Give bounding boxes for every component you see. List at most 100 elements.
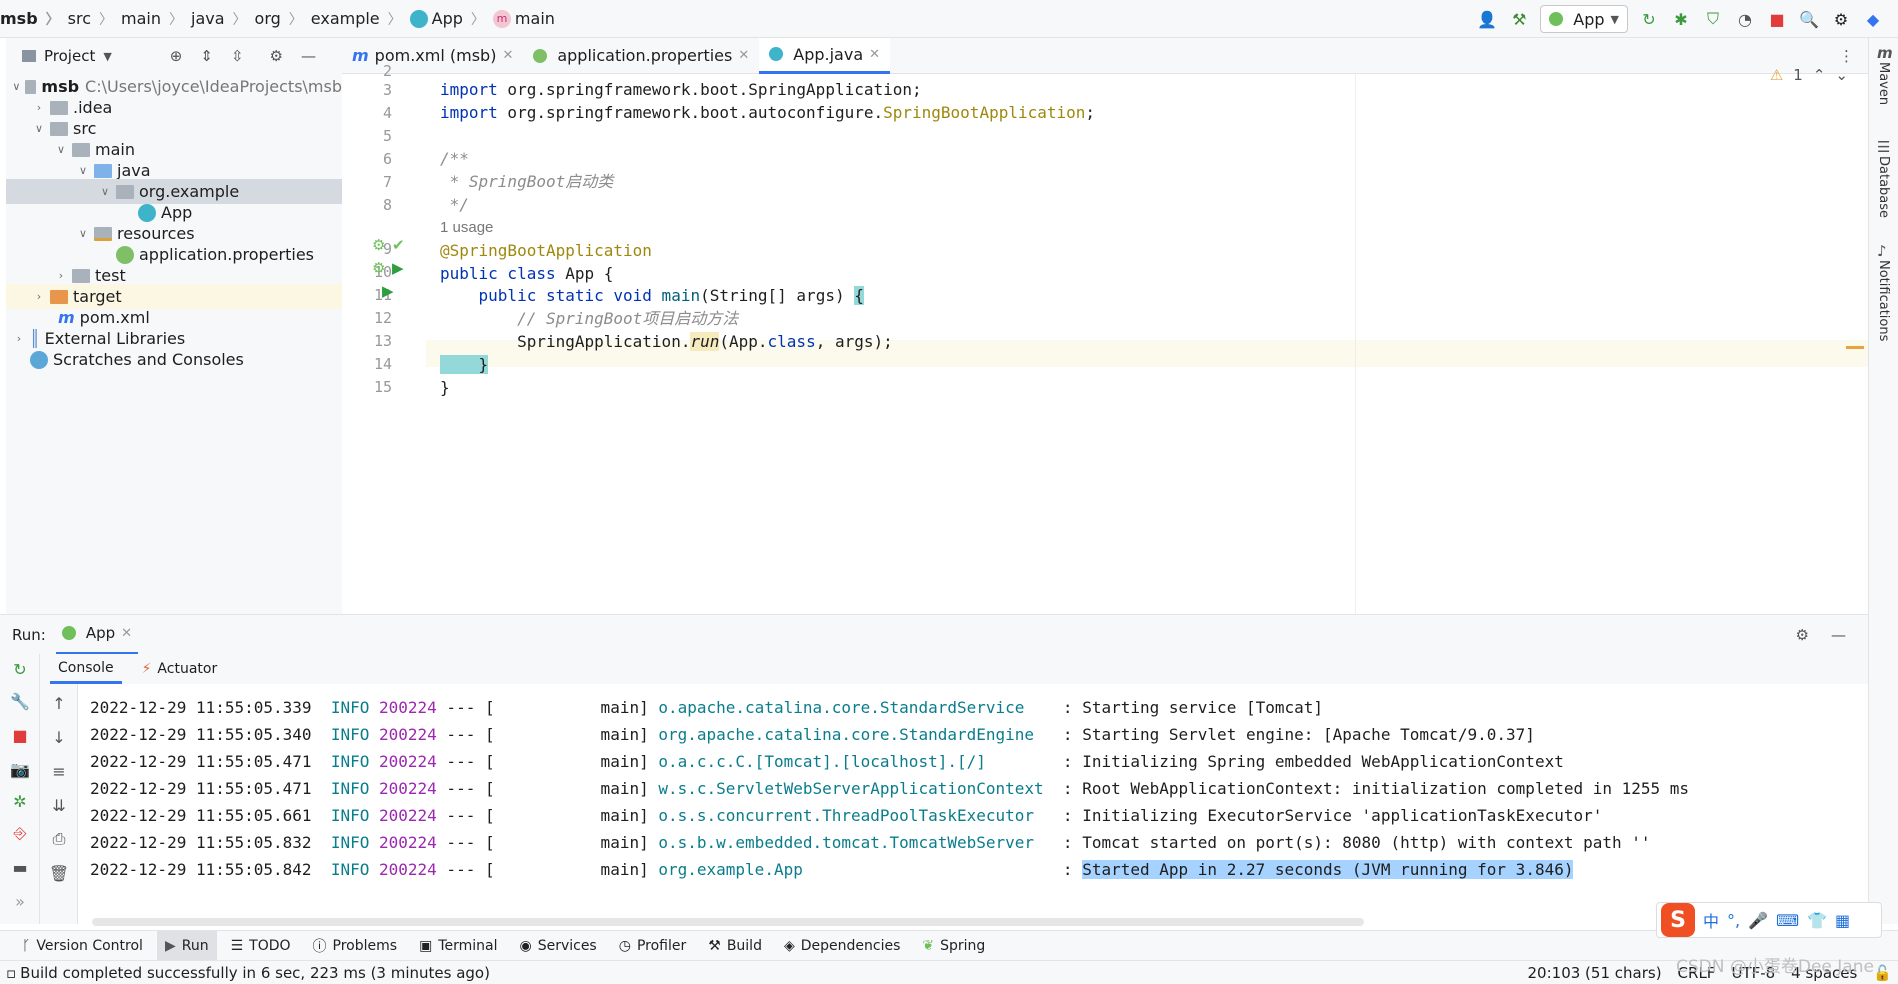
chevron-down-icon[interactable]: ∨: [12, 80, 21, 93]
inspection-widget[interactable]: ⚠ 1 ⌃ ⌄: [1770, 66, 1848, 84]
run-configuration-select[interactable]: App ▼: [1540, 5, 1628, 33]
close-icon[interactable]: ✕: [121, 626, 132, 641]
more-vertical-icon[interactable]: ⋮: [1839, 47, 1854, 65]
print-icon[interactable]: ⎙: [48, 828, 70, 850]
trash-icon[interactable]: 🗑: [48, 862, 70, 884]
log-logger: w.s.c.ServletWebServerApplicationContext: [648, 779, 1054, 798]
scroll-to-end-icon[interactable]: ⇊: [48, 794, 70, 816]
tool-profiler[interactable]: ◷ Profiler: [611, 931, 695, 961]
tool-todo[interactable]: ☰ TODO: [223, 931, 299, 961]
skin-icon[interactable]: 👕: [1807, 911, 1827, 930]
run-gutter-icon[interactable]: ▶: [392, 259, 404, 277]
chevron-down-icon[interactable]: ∨: [76, 227, 90, 240]
more-icon[interactable]: »: [9, 890, 31, 912]
layout-icon[interactable]: ▬: [9, 856, 31, 878]
scrollbar-warning-mark[interactable]: [1846, 346, 1864, 349]
ime-toolbar[interactable]: S 中 °, 🎤 ⌨ 👕 ▦: [1656, 902, 1882, 938]
lock-icon[interactable]: 🔓: [1873, 964, 1892, 982]
rerun-icon[interactable]: ↻: [1638, 8, 1660, 30]
console-horizontal-scrollbar[interactable]: [92, 918, 1364, 926]
tree-node-scratches[interactable]: Scratches and Consoles: [6, 347, 342, 372]
run-gutter-icon[interactable]: ▶: [382, 282, 394, 300]
console-output[interactable]: 2022-12-29 11:55:05.339 INFO 200224 --- …: [78, 684, 1868, 924]
chevron-right-icon[interactable]: ›: [54, 269, 68, 282]
chevron-down-icon[interactable]: ⌄: [1835, 66, 1848, 84]
chevron-down-icon[interactable]: ∨: [98, 185, 112, 198]
tool-spring[interactable]: ❦ Spring: [914, 931, 993, 961]
stop-icon[interactable]: ■: [1766, 8, 1788, 30]
breadcrumb-java[interactable]: java 〉: [191, 9, 247, 29]
keyboard-icon[interactable]: ⌨: [1776, 911, 1799, 930]
breadcrumb-method-main[interactable]: m main: [492, 9, 555, 28]
chevron-right-icon[interactable]: ›: [12, 332, 26, 345]
chevron-down-icon[interactable]: ∨: [54, 143, 68, 156]
stop-icon[interactable]: ■: [9, 724, 31, 746]
coverage-icon[interactable]: ⛉: [1702, 8, 1724, 30]
collapse-all-icon[interactable]: ⇳: [231, 47, 244, 65]
soft-wrap-icon[interactable]: ≡: [48, 760, 70, 782]
tool-notifications[interactable]: Notifications: [1876, 260, 1891, 341]
project-panel-title[interactable]: Project: [44, 47, 95, 65]
ime-language[interactable]: 中: [1703, 908, 1719, 932]
profile-icon[interactable]: ◔: [1734, 8, 1756, 30]
exit-icon[interactable]: ⎆: [9, 822, 31, 844]
chevron-down-icon[interactable]: ∨: [76, 164, 90, 177]
breadcrumb-class-app[interactable]: App 〉: [409, 9, 485, 29]
camera-icon[interactable]: 📷: [9, 758, 31, 780]
tab-console[interactable]: Console: [50, 654, 122, 684]
chevron-right-icon[interactable]: ›: [32, 290, 46, 303]
tab-application-properties[interactable]: application.properties ✕: [523, 38, 759, 74]
spring-bean-gutter-icon[interactable]: ⚙: [372, 236, 385, 254]
tab-actuator[interactable]: ⚡ Actuator: [134, 654, 226, 684]
code-editor[interactable]: 2 3 4 5 6 7 8 9 10 11 12 13 14 15 ⚙ ✔ ⚙ …: [342, 62, 1868, 614]
ime-punctuation[interactable]: °,: [1727, 911, 1740, 930]
spring-bean-gutter-icon[interactable]: ⚙: [372, 259, 385, 277]
locate-icon[interactable]: ⊕: [170, 47, 183, 65]
close-icon[interactable]: ✕: [738, 48, 749, 63]
tab-app-java[interactable]: App.java ✕: [759, 37, 891, 74]
debug-icon[interactable]: ✱: [1670, 8, 1692, 30]
minimize-icon[interactable]: —: [1831, 626, 1846, 644]
expand-all-icon[interactable]: ⇕: [200, 47, 213, 65]
caret-position[interactable]: 20:103 (51 chars): [1528, 964, 1662, 982]
breadcrumb-org[interactable]: org 〉: [255, 9, 303, 29]
close-icon[interactable]: ✕: [869, 47, 880, 62]
gear-icon[interactable]: ⚙: [1796, 626, 1809, 644]
user-icon[interactable]: 👤: [1476, 8, 1498, 30]
chevron-up-icon[interactable]: ⌃: [1813, 66, 1826, 84]
microphone-icon[interactable]: 🎤: [1748, 911, 1768, 930]
status-message[interactable]: Build completed successfully in 6 sec, 2…: [20, 964, 490, 982]
keyword: public class: [440, 264, 556, 283]
breadcrumb-example[interactable]: example 〉: [311, 9, 402, 29]
search-icon[interactable]: 🔍: [1798, 8, 1820, 30]
close-icon[interactable]: ✕: [502, 48, 513, 63]
build-hammer-icon[interactable]: ⚒: [1508, 8, 1530, 30]
breadcrumb-project[interactable]: msb 〉: [0, 9, 60, 29]
chevron-down-icon[interactable]: ▼: [103, 50, 111, 63]
arrow-down-icon[interactable]: ↓: [48, 726, 70, 748]
breadcrumb-main[interactable]: main 〉: [121, 9, 183, 29]
chevron-down-icon[interactable]: ∨: [32, 122, 46, 135]
tool-problems[interactable]: ⓘ Problems: [305, 931, 406, 961]
restore-layout-icon[interactable]: ✲: [9, 790, 31, 812]
tool-terminal[interactable]: ▣ Terminal: [411, 931, 505, 961]
tool-dependencies[interactable]: ◈ Dependencies: [776, 931, 908, 961]
spring-leaf-gutter-icon[interactable]: ✔: [392, 236, 405, 254]
gear-icon[interactable]: ⚙: [270, 47, 283, 65]
rerun-icon[interactable]: ↻: [9, 658, 31, 680]
plugin-icon[interactable]: ◆: [1862, 8, 1884, 30]
minimize-icon[interactable]: —: [301, 47, 316, 65]
tool-services[interactable]: ◉ Services: [511, 931, 604, 961]
gear-icon[interactable]: ⚙: [1830, 8, 1852, 30]
tool-version-control[interactable]: ᚴ Version Control: [14, 931, 151, 961]
arrow-up-icon[interactable]: ↑: [48, 692, 70, 714]
wrench-icon[interactable]: 🔧: [9, 690, 31, 712]
tool-maven[interactable]: Maven: [1876, 62, 1891, 105]
tool-database[interactable]: Database: [1876, 156, 1891, 218]
chevron-right-icon[interactable]: ›: [32, 101, 46, 114]
tool-run[interactable]: ▶ Run: [156, 930, 217, 961]
run-tab-app[interactable]: App ✕: [55, 615, 139, 655]
tool-build[interactable]: ⚒ Build: [700, 931, 770, 961]
grid-icon[interactable]: ▦: [1835, 911, 1850, 930]
breadcrumb-src[interactable]: src 〉: [68, 9, 113, 29]
